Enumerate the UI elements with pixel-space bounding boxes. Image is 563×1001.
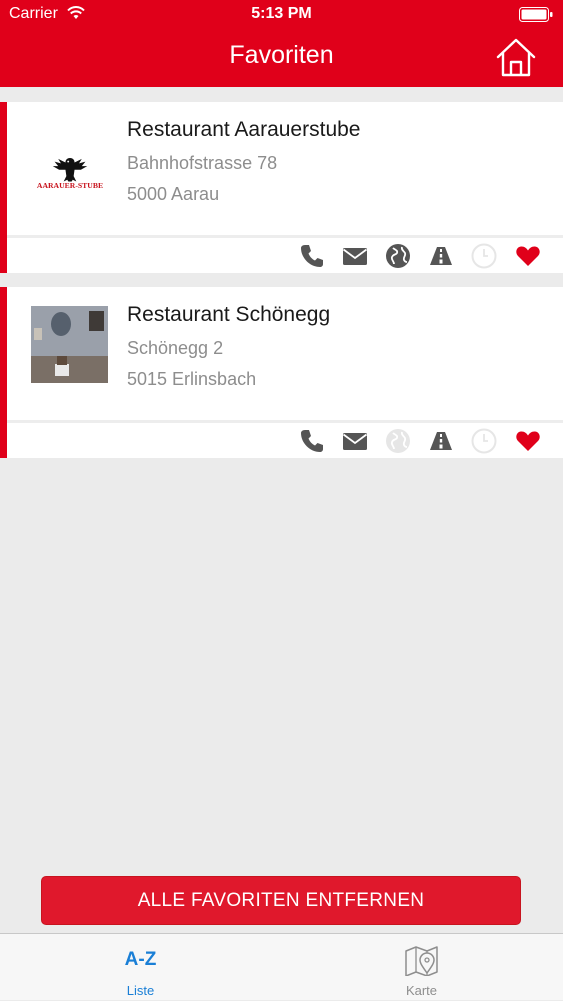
favorite-card[interactable]: Restaurant Schönegg Schönegg 2 5015 Erli…	[0, 287, 563, 458]
status-bar: Carrier 5:13 PM	[0, 0, 563, 30]
battery-icon	[519, 7, 553, 22]
action-bar	[0, 238, 563, 274]
globe-icon	[385, 428, 411, 454]
heart-icon[interactable]	[515, 428, 541, 454]
clock: 5:13 PM	[251, 5, 312, 22]
tab-liste[interactable]: A-Z Liste	[0, 934, 281, 1001]
remove-all-favorites-button[interactable]: ALLE FAVORITEN ENTFERNEN	[41, 876, 521, 925]
tab-bar: A-Z Liste Karte	[0, 933, 563, 1000]
map-icon	[405, 946, 438, 976]
restaurant-photo	[31, 306, 108, 383]
tab-karte[interactable]: Karte	[281, 934, 562, 1001]
action-bar	[0, 423, 563, 459]
globe-icon[interactable]	[385, 243, 411, 269]
restaurant-city: 5000 Aarau	[127, 184, 220, 204]
heart-icon[interactable]	[515, 243, 541, 269]
restaurant-street: Schönegg 2	[127, 338, 224, 358]
tab-liste-label: Liste	[126, 983, 155, 998]
nav-header: Carrier 5:13 PM Favoriten	[0, 0, 563, 87]
clock-icon[interactable]	[471, 428, 497, 454]
restaurant-name: Restaurant Aarauerstube	[127, 118, 361, 141]
tab-karte-label: Karte	[405, 983, 438, 998]
clock-icon[interactable]	[471, 243, 497, 269]
az-icon: A-Z	[124, 949, 157, 970]
phone-icon[interactable]	[299, 428, 325, 454]
restaurant-name: Restaurant Schönegg	[127, 303, 331, 326]
home-icon[interactable]	[495, 36, 537, 78]
restaurant-logo: AARAUER-STUBE	[31, 157, 109, 190]
phone-icon[interactable]	[299, 243, 325, 269]
favorite-card[interactable]: AARAUER-STUBE Restaurant Aarauerstube Ba…	[0, 102, 563, 273]
road-icon[interactable]	[428, 243, 454, 269]
mail-icon[interactable]	[342, 243, 368, 269]
page-title: Favoriten	[229, 41, 334, 69]
mail-icon[interactable]	[342, 428, 368, 454]
restaurant-city: 5015 Erlinsbach	[127, 369, 257, 389]
road-icon[interactable]	[428, 428, 454, 454]
restaurant-street: Bahnhofstrasse 78	[127, 153, 278, 173]
svg-text:AARAUER-STUBE: AARAUER-STUBE	[37, 181, 103, 190]
